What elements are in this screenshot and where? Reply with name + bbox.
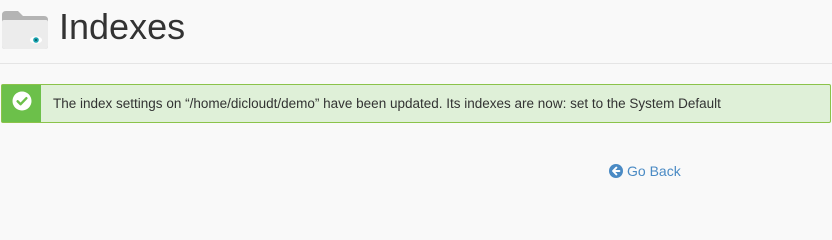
folder-eye-icon — [1, 9, 49, 50]
page-title: Indexes — [59, 6, 186, 47]
alert-icon-box — [2, 85, 41, 122]
arrow-circle-left-icon — [609, 164, 623, 178]
go-back-link[interactable]: Go Back — [609, 163, 681, 179]
check-circle-icon — [12, 91, 32, 116]
go-back-label: Go Back — [627, 163, 681, 179]
alert-message: The index settings on “/home/dicloudt/de… — [53, 96, 721, 111]
header-divider — [0, 63, 832, 64]
success-alert: The index settings on “/home/dicloudt/de… — [1, 84, 831, 123]
page: Indexes The index settings on “/home/dic… — [0, 0, 832, 223]
page-header: Indexes — [0, 0, 832, 63]
